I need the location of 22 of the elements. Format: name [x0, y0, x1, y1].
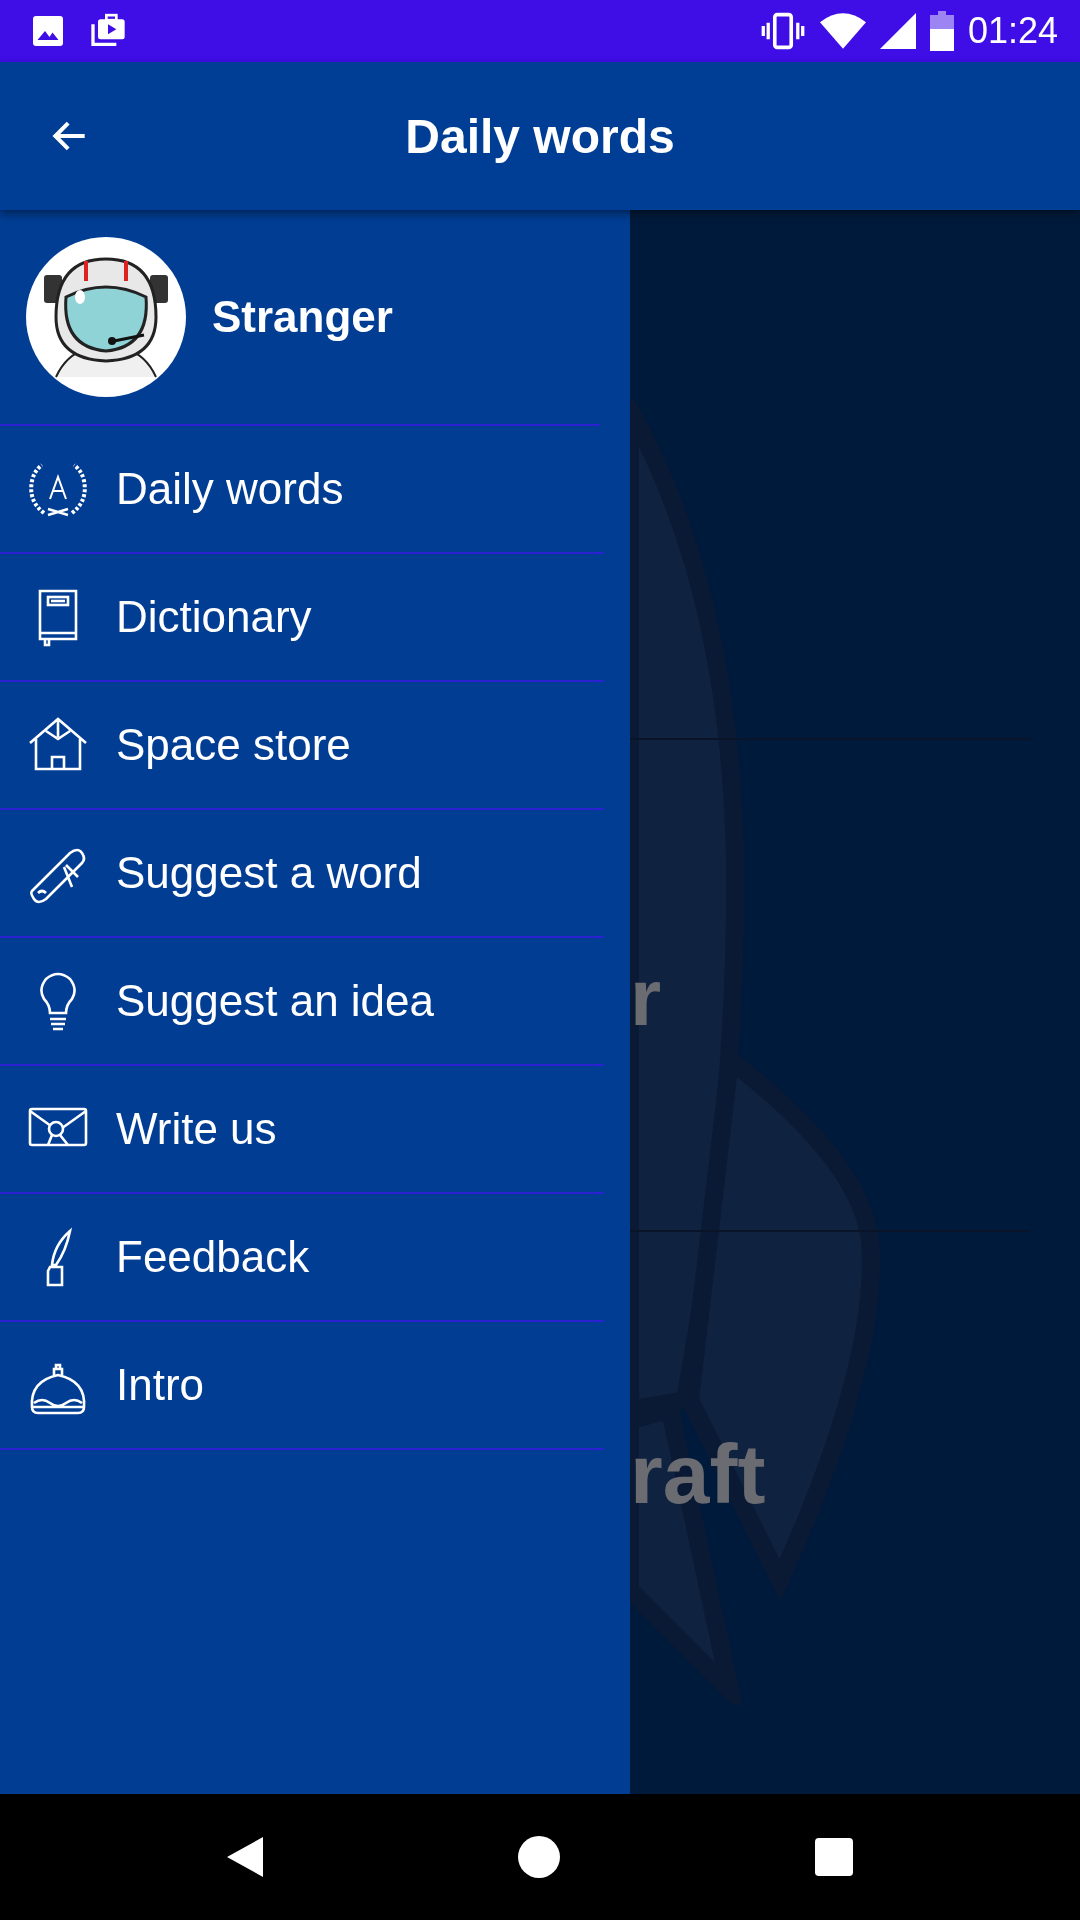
image-icon — [30, 13, 66, 49]
drawer-menu-item[interactable]: Feedback — [0, 1194, 604, 1322]
back-triangle-icon — [227, 1837, 264, 1877]
vibrate-icon — [759, 11, 806, 51]
astronaut-helmet-avatar[interactable] — [26, 237, 186, 397]
app-title: Daily words — [405, 108, 675, 164]
drawer-menu-item[interactable]: Intro — [0, 1322, 604, 1450]
signal-icon — [879, 13, 916, 49]
drawer-menu-item[interactable]: Space store — [0, 682, 604, 810]
drawer-menu-item[interactable]: Daily words — [0, 426, 604, 554]
drawer-menu-item[interactable]: Write us — [0, 1066, 604, 1194]
recents-square-icon — [814, 1838, 853, 1876]
user-name: Stranger — [212, 292, 393, 342]
background-text: r — [630, 958, 662, 1038]
wifi-icon — [819, 13, 866, 49]
home-circle-icon — [518, 1836, 560, 1878]
status-time: 01:24 — [967, 10, 1058, 52]
drawer-menu-item[interactable]: Dictionary — [0, 554, 604, 682]
drawer-menu-item[interactable]: Suggest a word — [0, 810, 604, 938]
background-text: raft — [630, 1432, 766, 1516]
drawer-menu-item[interactable]: Suggest an idea — [0, 938, 604, 1066]
battery-icon — [929, 11, 954, 51]
